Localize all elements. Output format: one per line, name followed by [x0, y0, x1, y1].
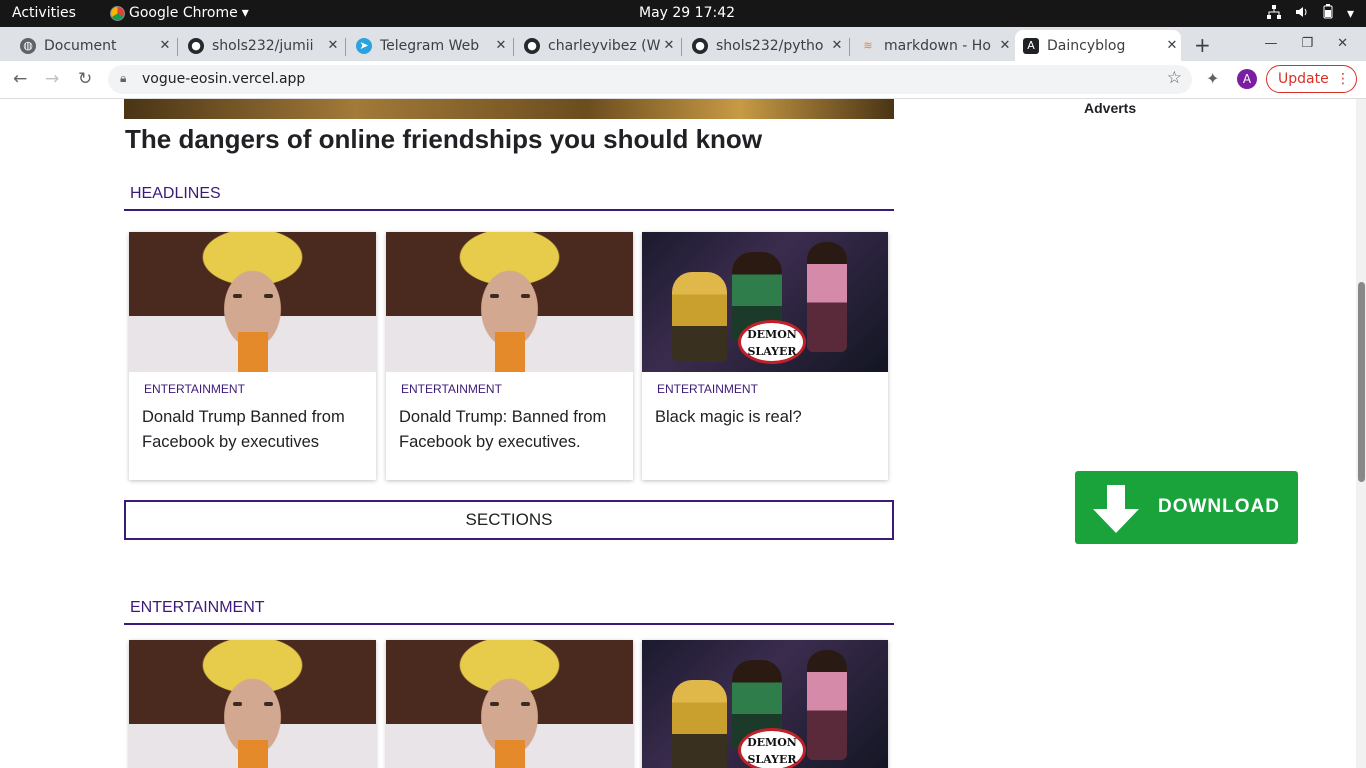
article-thumbnail[interactable]	[386, 640, 633, 768]
github-icon: ●	[188, 37, 204, 54]
download-label: DOWNLOAD	[1158, 496, 1280, 517]
tab-telegram-web[interactable]: ➤ Telegram Web ✕	[348, 30, 510, 61]
github-icon: ●	[692, 37, 708, 54]
close-tab-icon[interactable]: ✕	[660, 38, 678, 53]
close-tab-icon[interactable]: ✕	[156, 38, 174, 53]
minimize-icon[interactable]: —	[1264, 36, 1277, 51]
close-tab-icon[interactable]: ✕	[1163, 38, 1181, 53]
profile-avatar[interactable]: A	[1237, 69, 1257, 89]
article-thumbnail[interactable]: DEMON SLAYER	[642, 232, 888, 372]
extensions-puzzle-icon[interactable]: ✦	[1206, 69, 1219, 88]
page-content: The dangers of online friendships you sh…	[0, 99, 1366, 768]
page-title: The dangers of online friendships you sh…	[125, 124, 763, 154]
app-name: Google Chrome	[129, 5, 238, 21]
tab-title: Telegram Web	[380, 37, 480, 54]
article-thumbnail[interactable]	[129, 232, 376, 372]
angular-icon: A	[1023, 37, 1039, 54]
demon-slayer-logo: DEMON SLAYER	[738, 320, 806, 364]
forward-arrow-icon[interactable]: →	[45, 69, 59, 89]
article-thumbnail[interactable]: DEMON SLAYER	[642, 640, 888, 768]
category-label[interactable]: ENTERTAINMENT	[401, 382, 633, 396]
article-headline[interactable]: Black magic is real?	[655, 405, 876, 430]
window-controls: — ❐ ✕	[1264, 36, 1348, 51]
headlines-header: HEADLINES	[124, 181, 894, 211]
category-label[interactable]: ENTERTAINMENT	[657, 382, 888, 396]
adverts-label: Adverts	[1084, 100, 1137, 116]
chrome-icon	[110, 5, 125, 21]
headline-card[interactable]: ENTERTAINMENT Donald Trump: Banned from …	[386, 232, 633, 480]
tab-title: shols232/pytho	[716, 37, 824, 54]
caret-down-icon: ▾	[241, 5, 249, 21]
address-bar[interactable]: 🔒︎ vogue-eosin.vercel.app ☆	[108, 65, 1192, 94]
entertainment-header: ENTERTAINMENT	[124, 595, 894, 625]
tab-shols232-python[interactable]: ● shols232/pytho ✕	[684, 30, 846, 61]
tab-charleyvibez[interactable]: ● charleyvibez (W ✕	[516, 30, 678, 61]
headline-card[interactable]: DEMON SLAYER ENTERTAINMENT Black magic i…	[642, 232, 888, 480]
tab-title: shols232/jumii	[212, 37, 314, 54]
download-button[interactable]: DOWNLOAD	[1075, 471, 1298, 544]
kebab-menu-icon: ⋮	[1336, 71, 1350, 87]
volume-icon[interactable]	[1295, 5, 1309, 23]
power-menu-caret-icon[interactable]: ▾	[1347, 6, 1354, 22]
lock-icon[interactable]: 🔒︎	[120, 71, 126, 86]
close-tab-icon[interactable]: ✕	[828, 38, 846, 53]
article-headline[interactable]: Donald Trump: Banned from Facebook by ex…	[399, 405, 621, 455]
github-icon: ●	[524, 37, 540, 54]
battery-icon[interactable]	[1323, 4, 1333, 23]
hero-image	[124, 99, 894, 119]
sections-button[interactable]: SECTIONS	[124, 500, 894, 540]
restore-icon[interactable]: ❐	[1301, 36, 1313, 51]
tab-title: charleyvibez (W	[548, 37, 660, 54]
tab-daincyblog[interactable]: A Daincyblog ✕	[1015, 30, 1181, 61]
clock[interactable]: May 29 17:42	[639, 5, 735, 21]
entertainment-label: ENTERTAINMENT	[130, 599, 265, 616]
headlines-label: HEADLINES	[130, 185, 221, 202]
close-tab-icon[interactable]: ✕	[996, 38, 1014, 53]
entertainment-card[interactable]: DEMON SLAYER	[642, 640, 888, 768]
browser-toolbar: ← → ↻ 🔒︎ vogue-eosin.vercel.app ☆ ✦ A Up…	[0, 61, 1366, 99]
reload-icon[interactable]: ↻	[78, 69, 92, 89]
page-scrollbar[interactable]	[1356, 99, 1366, 768]
tab-strip: ◍ Document ✕ ● shols232/jumii ✕ ➤ Telegr…	[0, 27, 1366, 61]
demon-slayer-logo: DEMON SLAYER	[738, 728, 806, 768]
download-arrow-icon	[1093, 485, 1139, 533]
close-tab-icon[interactable]: ✕	[492, 38, 510, 53]
tab-title: Daincyblog	[1047, 37, 1126, 54]
stackoverflow-icon: ≋	[863, 39, 873, 52]
back-arrow-icon[interactable]: ←	[13, 69, 27, 89]
entertainment-card[interactable]	[386, 640, 633, 768]
system-top-bar: Activities Google Chrome ▾ May 29 17:42 …	[0, 0, 1366, 27]
network-icon[interactable]	[1266, 4, 1281, 23]
entertainment-card[interactable]	[129, 640, 376, 768]
bookmark-star-icon[interactable]: ☆	[1167, 68, 1182, 88]
tab-title: markdown - Ho	[884, 37, 991, 54]
system-tray[interactable]: ▾	[1266, 4, 1354, 23]
app-menu[interactable]: Google Chrome ▾	[110, 5, 249, 21]
close-tab-icon[interactable]: ✕	[324, 38, 342, 53]
headline-card[interactable]: ENTERTAINMENT Donald Trump Banned from F…	[129, 232, 376, 480]
scrollbar-thumb[interactable]	[1358, 282, 1365, 482]
update-label: Update	[1278, 71, 1329, 87]
article-thumbnail[interactable]	[129, 640, 376, 768]
activities-button[interactable]: Activities	[12, 5, 76, 21]
article-headline[interactable]: Donald Trump Banned from Facebook by exe…	[142, 405, 364, 455]
tab-document[interactable]: ◍ Document ✕	[12, 30, 174, 61]
article-thumbnail[interactable]	[386, 232, 633, 372]
category-label[interactable]: ENTERTAINMENT	[144, 382, 376, 396]
telegram-icon: ➤	[356, 37, 372, 54]
new-tab-button[interactable]: +	[1194, 33, 1211, 57]
url-text[interactable]: vogue-eosin.vercel.app	[142, 71, 305, 87]
tab-title: Document	[44, 37, 117, 54]
close-window-icon[interactable]: ✕	[1337, 36, 1348, 51]
tab-markdown[interactable]: ≋ markdown - Ho ✕	[852, 30, 1014, 61]
tab-shols232-jumii[interactable]: ● shols232/jumii ✕	[180, 30, 342, 61]
update-button[interactable]: Update ⋮	[1266, 65, 1357, 93]
globe-icon: ◍	[20, 37, 36, 54]
